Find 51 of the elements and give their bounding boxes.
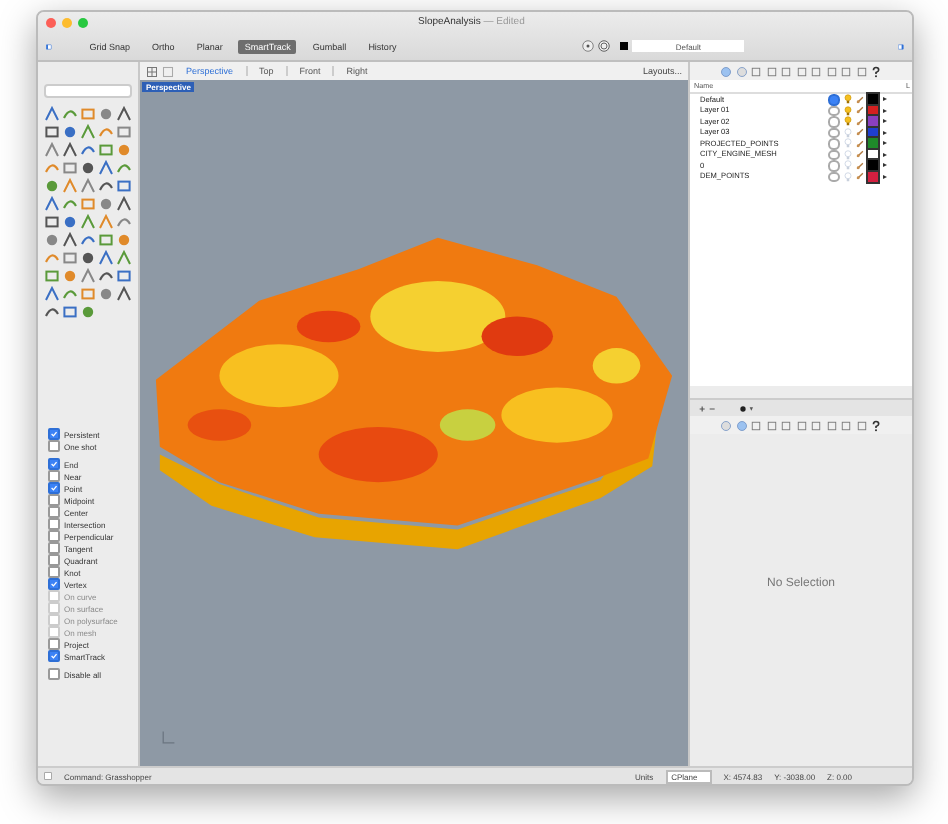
light-bulb-icon[interactable] bbox=[843, 116, 851, 127]
help-icon[interactable] bbox=[870, 65, 882, 77]
grid-icon[interactable] bbox=[146, 65, 158, 77]
command-icon[interactable] bbox=[44, 772, 52, 780]
properties-icon[interactable] bbox=[735, 419, 747, 431]
layer-color-swatch[interactable] bbox=[867, 138, 877, 149]
layer-color-swatch[interactable] bbox=[867, 127, 877, 138]
checkbox[interactable] bbox=[48, 494, 60, 506]
current-layer-radio[interactable] bbox=[828, 171, 839, 182]
panel-icon[interactable] bbox=[720, 419, 732, 431]
layer-color-swatch[interactable] bbox=[867, 160, 877, 171]
layers-icon[interactable] bbox=[720, 65, 732, 77]
help-icon[interactable] bbox=[870, 419, 882, 431]
checkbox[interactable] bbox=[48, 650, 60, 662]
close-button[interactable] bbox=[46, 17, 56, 27]
layer-color-swatch[interactable] bbox=[867, 105, 877, 116]
checkbox[interactable] bbox=[48, 470, 60, 482]
add-remove-icon[interactable] bbox=[698, 403, 718, 413]
layer-color-swatch[interactable] bbox=[867, 171, 877, 182]
checkbox[interactable] bbox=[48, 458, 60, 470]
checkbox[interactable] bbox=[48, 554, 60, 566]
light-bulb-icon[interactable] bbox=[843, 94, 851, 105]
panel-toggle-icon[interactable] bbox=[898, 39, 904, 53]
axis-icon bbox=[160, 730, 176, 746]
checkbox[interactable] bbox=[48, 518, 60, 530]
color-swatch[interactable] bbox=[620, 42, 629, 50]
checkbox[interactable] bbox=[48, 482, 60, 494]
checkbox[interactable] bbox=[48, 542, 60, 554]
checkbox[interactable] bbox=[48, 506, 60, 518]
circle-button-icon[interactable] bbox=[582, 40, 595, 52]
current-layer-radio[interactable] bbox=[828, 94, 839, 105]
dot-menu-icon[interactable] bbox=[738, 403, 758, 413]
layer-color-swatch[interactable] bbox=[867, 94, 877, 105]
zoom-button[interactable] bbox=[78, 17, 88, 27]
current-layer-radio[interactable] bbox=[828, 138, 839, 149]
checkbox[interactable] bbox=[48, 566, 60, 578]
single-view-icon[interactable] bbox=[162, 65, 174, 77]
layer-color-swatch[interactable] bbox=[867, 116, 877, 127]
checkbox[interactable] bbox=[48, 428, 60, 440]
checkbox[interactable] bbox=[48, 440, 60, 452]
layer-color-swatch[interactable] bbox=[867, 149, 877, 160]
light-bulb-icon[interactable] bbox=[843, 105, 851, 116]
checkbox[interactable] bbox=[48, 638, 60, 650]
current-layer-radio[interactable] bbox=[828, 116, 839, 127]
search-field[interactable] bbox=[44, 84, 132, 98]
sidebar-toggle-icon[interactable] bbox=[46, 39, 52, 53]
target-icon[interactable] bbox=[598, 40, 611, 52]
checkbox[interactable] bbox=[48, 668, 60, 680]
checkbox[interactable] bbox=[48, 530, 60, 542]
current-layer-radio[interactable] bbox=[828, 160, 839, 171]
checkbox[interactable] bbox=[48, 578, 60, 590]
